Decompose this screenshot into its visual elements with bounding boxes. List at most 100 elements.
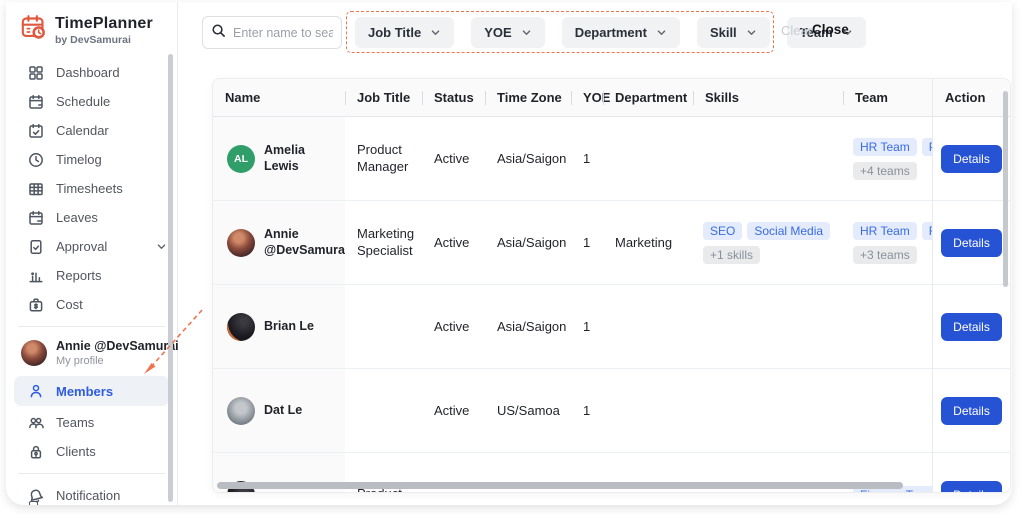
job-title-cell: Marketing Specialist: [357, 225, 415, 258]
sidebar-divider: [18, 326, 165, 327]
name-cell[interactable]: Brian Le: [213, 285, 345, 368]
column-header: Time Zone: [485, 79, 571, 116]
timesheets-icon: [28, 181, 44, 197]
department-cell: [603, 117, 693, 200]
table-row: AL Amelia Lewis Product Manager Active Asia/…: [213, 117, 1010, 201]
clear-filters-button[interactable]: Clear: [781, 23, 812, 38]
sidebar-item-cost[interactable]: Cost: [6, 290, 177, 319]
sidebar-item-label: Timesheets: [56, 181, 123, 196]
department-cell: Marketing: [615, 235, 673, 250]
action-cell: Details: [933, 285, 1010, 369]
table-horizontal-scrollbar[interactable]: [217, 482, 903, 489]
sidebar-item-label: Reports: [56, 268, 102, 283]
sidebar-item-label: Approval: [56, 239, 108, 254]
app-title: TimePlanner: [55, 14, 153, 32]
name-cell[interactable]: Dat Le: [213, 369, 345, 452]
filter-dropdown-skill[interactable]: Skill: [696, 16, 770, 48]
job-title-cell: [345, 285, 422, 368]
skill-tag[interactable]: SEO: [703, 221, 743, 240]
sidebar-item-teams[interactable]: Teams: [6, 408, 177, 437]
skills-cell: [693, 285, 843, 368]
department-cell: [603, 369, 693, 452]
sidebar-item-label: Notification: [56, 488, 121, 503]
status-cell: Active: [434, 235, 470, 250]
member-name: Annie @DevSamurai: [264, 226, 345, 257]
chevron-down-icon: [746, 27, 757, 38]
sidebar-item-label: Dashboard: [56, 65, 120, 80]
table-row: Dat Le Active US/Samoa 1: [213, 369, 1010, 453]
app-window: TimePlanner by DevSamurai Dashboard Sched…: [6, 2, 1012, 505]
filter-group-annotation: Job Title YOE Department Skill Team: [346, 11, 866, 53]
sidebar-item-timelog[interactable]: Timelog: [6, 145, 177, 174]
table-header-row: Name Job Title Status Time Zone YOE Departmen…: [213, 79, 1010, 117]
action-column: Action Details Details Details Details Detail…: [932, 79, 1010, 492]
search-box[interactable]: [202, 16, 342, 49]
time-zone-cell: US/Samoa: [497, 403, 560, 418]
time-zone-cell: Asia/Saigon: [497, 151, 567, 166]
profile-name: Annie @DevSamurai: [56, 339, 179, 353]
avatar: [227, 312, 255, 341]
team-tag-more[interactable]: +4 teams: [853, 161, 917, 180]
person-icon: [28, 383, 44, 399]
details-button[interactable]: Details: [941, 480, 1002, 492]
column-header-action: Action: [933, 79, 1010, 117]
sidebar-item-label: Leaves: [56, 210, 98, 225]
action-cell: Details: [933, 117, 1010, 201]
action-cell: Details: [933, 369, 1010, 453]
filter-dropdown-department[interactable]: Department: [561, 16, 680, 48]
details-button[interactable]: Details: [941, 312, 1002, 341]
time-zone-cell: Asia/Saigon: [497, 319, 567, 334]
sidebar-item-label: Teams: [56, 415, 95, 430]
team-tag-more[interactable]: +3 teams: [853, 245, 917, 264]
sidebar-scrollbar[interactable]: [168, 54, 173, 502]
details-button[interactable]: Details: [941, 228, 1002, 257]
sidebar-item-clients[interactable]: Clients: [6, 437, 177, 466]
yoe-cell: 1: [583, 151, 591, 166]
sidebar-item-schedule[interactable]: Schedule: [6, 87, 177, 116]
member-name: Brian Le: [264, 318, 315, 333]
clipped-sidebar-icon: [29, 501, 38, 505]
sidebar-item-members[interactable]: Members: [14, 376, 169, 406]
timeplanner-logo-icon: [20, 14, 47, 46]
column-header: Department: [603, 79, 693, 116]
sidebar-item-label: Schedule: [56, 94, 111, 109]
team-tag[interactable]: HR Team: [853, 221, 917, 240]
details-button[interactable]: Details: [941, 396, 1002, 425]
search-input[interactable]: [233, 25, 333, 40]
skill-tag[interactable]: Social Media: [747, 221, 831, 240]
team-tag[interactable]: HR Team: [853, 137, 917, 156]
close-filters-button[interactable]: Close: [812, 22, 849, 37]
sidebar: TimePlanner by DevSamurai Dashboard Sched…: [6, 2, 179, 505]
avatar: [227, 228, 255, 257]
filter-dropdown-job-title[interactable]: Job Title: [355, 16, 455, 48]
filter-label: Skill: [709, 24, 737, 40]
job-title-cell: Product Manager: [357, 141, 409, 174]
sidebar-item-calendar[interactable]: Calendar: [6, 116, 177, 145]
sidebar-item-approval[interactable]: Approval: [6, 232, 177, 261]
reports-icon: [28, 268, 44, 284]
search-icon: [211, 23, 226, 43]
profile-subtitle: My profile: [56, 355, 104, 367]
app-byline: by DevSamurai: [55, 33, 131, 46]
sidebar-divider: [18, 473, 165, 474]
teams-icon: [28, 415, 44, 431]
name-cell[interactable]: Annie @DevSamurai: [213, 201, 345, 284]
table-vertical-scrollbar[interactable]: [1003, 91, 1008, 287]
skills-cell: [693, 117, 843, 200]
filter-label: Department: [574, 24, 647, 40]
profile-item[interactable]: Annie @DevSamurai My profile: [6, 334, 179, 374]
member-name: Dat Le: [264, 402, 303, 417]
details-button[interactable]: Details: [941, 144, 1002, 173]
sidebar-item-dashboard[interactable]: Dashboard: [6, 58, 177, 87]
chevron-down-icon: [656, 27, 667, 38]
sidebar-item-timesheets[interactable]: Timesheets: [6, 174, 177, 203]
cost-icon: [28, 297, 44, 313]
name-cell[interactable]: AL Amelia Lewis: [213, 117, 345, 200]
sidebar-item-leaves[interactable]: Leaves: [6, 203, 177, 232]
sidebar-item-reports[interactable]: Reports: [6, 261, 177, 290]
lock-person-icon: [28, 444, 44, 460]
app-logo[interactable]: TimePlanner by DevSamurai: [6, 2, 177, 54]
filter-dropdown-yoe[interactable]: YOE: [471, 16, 545, 48]
timelog-icon: [28, 152, 44, 168]
skill-tag-more[interactable]: +1 skills: [703, 245, 761, 264]
